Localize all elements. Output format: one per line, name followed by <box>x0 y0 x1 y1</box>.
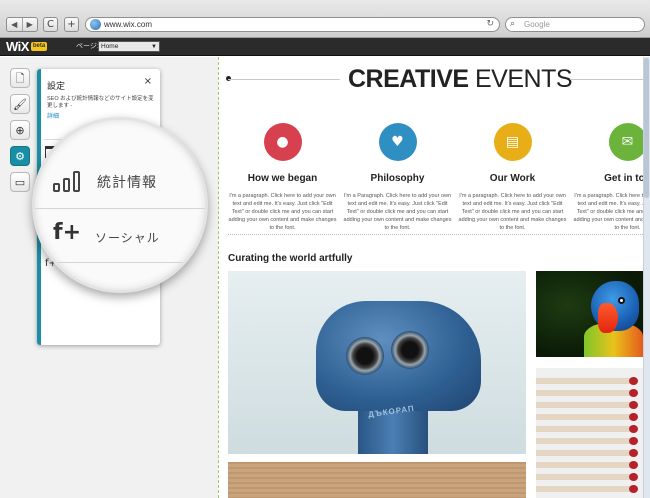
search-placeholder: Google <box>524 20 550 29</box>
page-icon[interactable]: 🗋 <box>10 68 30 88</box>
parrot-eye <box>618 297 625 304</box>
match <box>536 401 638 409</box>
section-title[interactable]: Curating the world artfully <box>228 253 352 264</box>
parrot-beak <box>598 303 618 333</box>
magnifier-lens: 統計情報 f+ ソーシャル <box>32 117 208 293</box>
feature-body: I'm a paragraph. Click here to add your … <box>573 193 643 231</box>
bar-chart-icon <box>53 170 85 192</box>
feature-card[interactable]: ♥ Philosophy I'm a Paragraph. Click here… <box>340 123 455 232</box>
wood-photo[interactable] <box>228 462 526 498</box>
mail-icon: ✉ <box>608 123 643 161</box>
feature-body: I'm a Paragraph. Click here to add your … <box>343 193 452 231</box>
hero-title[interactable]: CREATIVE EVENTS <box>348 65 573 94</box>
hero-title-bold: CREATIVE <box>348 65 469 93</box>
search-input[interactable]: ⌕ Google <box>505 17 645 32</box>
match <box>536 425 638 433</box>
side-toolbar: 🗋 🖌 ⊕ ⚙ ▭ <box>10 68 32 204</box>
editor-topbar: WiX beta ページ: Home ▼ <box>0 38 650 56</box>
feature-title: Our Work <box>489 173 536 184</box>
feature-body: I'm a paragraph. Click here to add your … <box>458 193 567 231</box>
feature-card[interactable]: ▤ Our Work I'm a paragraph. Click here t… <box>455 123 570 232</box>
browser-toolbar: ◀ ▶ C + www.wix.com ↻ ⌕ Google <box>0 0 650 38</box>
match <box>536 437 638 445</box>
new-tab-button[interactable]: + <box>64 17 79 32</box>
match <box>536 485 638 493</box>
site-preview: CREATIVE EVENTS ● How we began I'm a par… <box>218 57 643 498</box>
close-icon[interactable]: × <box>144 76 152 87</box>
page-label: ページ: <box>76 43 99 50</box>
magnifier-divider <box>35 262 205 263</box>
page-select-value: Home <box>101 43 119 50</box>
reload-button[interactable]: C <box>43 17 58 32</box>
address-text: www.wix.com <box>104 20 153 29</box>
match <box>536 461 638 469</box>
scrollbar-thumb[interactable] <box>644 58 649 198</box>
media-icon[interactable]: ▭ <box>10 172 30 192</box>
hero-line-left <box>228 79 340 80</box>
feature-card[interactable]: ✉ Get in tou I'm a paragraph. Click here… <box>570 123 643 232</box>
globe-icon <box>90 19 101 30</box>
hero-line-right <box>570 79 643 80</box>
section-divider <box>228 234 643 235</box>
matches-photo[interactable] <box>536 368 643 498</box>
match <box>536 473 638 481</box>
nav-buttons: ◀ ▶ <box>6 17 38 32</box>
heart-icon: ♥ <box>378 123 417 161</box>
match <box>536 449 638 457</box>
add-icon[interactable]: ⊕ <box>10 120 30 140</box>
chevron-down-icon: ▼ <box>151 44 157 50</box>
feature-title: How we began <box>247 173 318 184</box>
person-icon: ● <box>263 123 302 161</box>
document-icon: ▤ <box>493 123 532 161</box>
wix-logo: WiX <box>6 39 29 54</box>
binocular-lens-left <box>346 337 384 375</box>
page-select[interactable]: Home ▼ <box>98 41 160 52</box>
search-icon: ⌕ <box>510 19 516 29</box>
binocular-lens-right <box>391 331 429 369</box>
gear-icon[interactable]: ⚙ <box>10 146 30 166</box>
forward-button[interactable]: ▶ <box>21 18 38 31</box>
panel-description: SEO および統計情報などのサイト設定を変更します - <box>47 96 154 109</box>
more-link[interactable]: 詳細 <box>47 111 59 120</box>
feature-title: Get in tou <box>604 173 643 184</box>
binocular-photo[interactable]: ДЪКОРАП <box>228 271 526 454</box>
match <box>536 377 638 385</box>
feature-card[interactable]: ● How we began I'm a paragraph. Click he… <box>225 123 340 232</box>
social-menu-item[interactable]: ソーシャル <box>95 229 160 246</box>
parrot-photo[interactable] <box>536 271 643 357</box>
match <box>536 413 638 421</box>
feature-title: Philosophy <box>370 173 425 184</box>
magnifier-divider <box>35 208 205 209</box>
back-button[interactable]: ◀ <box>7 18 22 31</box>
site-guide-line <box>218 57 219 498</box>
match <box>536 389 638 397</box>
brush-icon[interactable]: 🖌 <box>10 94 30 114</box>
beta-badge: beta <box>31 42 47 51</box>
hero-title-light: EVENTS <box>468 65 573 93</box>
feature-body: I'm a paragraph. Click here to add your … <box>228 193 337 231</box>
social-icon: f+ <box>53 220 82 245</box>
stats-menu-item[interactable]: 統計情報 <box>97 172 157 192</box>
refresh-icon[interactable]: ↻ <box>486 18 494 31</box>
panel-title: 設定 <box>47 81 66 91</box>
address-bar[interactable]: www.wix.com ↻ <box>85 17 500 32</box>
